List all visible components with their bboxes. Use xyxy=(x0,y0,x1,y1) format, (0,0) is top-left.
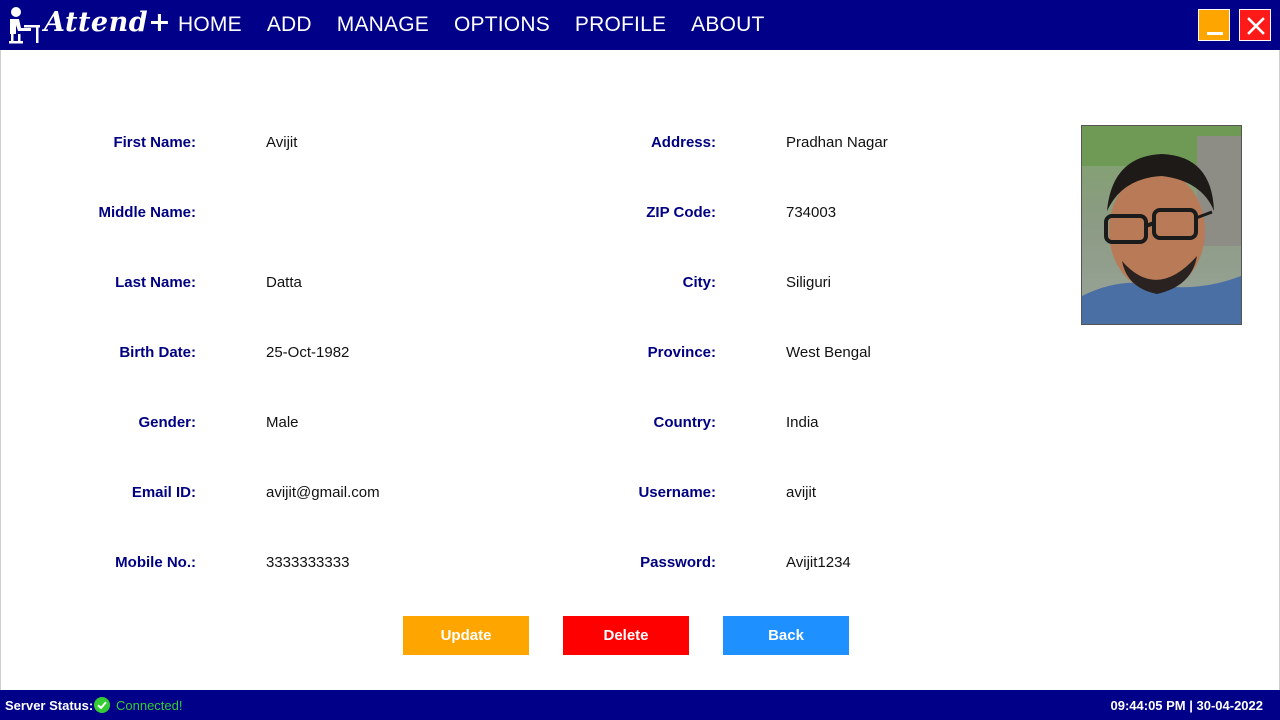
gender-value: Male xyxy=(266,414,299,431)
title-bar: Attend+ HOME ADD MANAGE OPTIONS PROFILE … xyxy=(0,0,1280,50)
mobile-label: Mobile No.: xyxy=(115,554,196,571)
city-value: Siliguri xyxy=(786,274,832,291)
zip-code-label: ZIP Code: xyxy=(646,204,716,221)
profile-photo-image xyxy=(1082,126,1241,324)
middle-name-label: Middle Name: xyxy=(98,204,196,221)
nav-home[interactable]: HOME xyxy=(178,13,242,37)
datetime-display: 09:44:05 PM | 30-04-2022 xyxy=(1110,698,1263,713)
delete-button[interactable]: Delete xyxy=(563,616,689,655)
province-value: West Bengal xyxy=(786,344,871,361)
province-label: Province: xyxy=(647,344,716,361)
username-label: Username: xyxy=(638,484,716,501)
nav-about[interactable]: ABOUT xyxy=(691,13,764,37)
country-label: Country: xyxy=(653,414,717,431)
nav-add[interactable]: ADD xyxy=(267,13,312,37)
profile-details-panel: First Name: Avijit Middle Name: Last Nam… xyxy=(0,50,1280,690)
status-bar: Server Status: Connected! 09:44:05 PM | … xyxy=(0,690,1280,720)
server-status-label: Server Status: xyxy=(5,698,94,713)
birth-date-label: Birth Date: xyxy=(119,344,196,361)
minimize-button[interactable] xyxy=(1198,9,1230,41)
minimize-icon xyxy=(1207,32,1223,35)
update-button[interactable]: Update xyxy=(403,616,529,655)
app-name: Attend+ xyxy=(44,7,172,38)
server-status-value: Connected! xyxy=(116,698,183,713)
password-value: Avijit1234 xyxy=(786,554,851,571)
back-button[interactable]: Back xyxy=(723,616,849,655)
username-value: avijit xyxy=(786,484,817,501)
birth-date-value: 25-Oct-1982 xyxy=(266,344,350,361)
nav-profile[interactable]: PROFILE xyxy=(575,13,666,37)
nav-manage[interactable]: MANAGE xyxy=(337,13,429,37)
nav-options[interactable]: OPTIONS xyxy=(454,13,550,37)
city-label: City: xyxy=(682,274,716,291)
zip-code-value: 734003 xyxy=(786,204,837,221)
country-value: India xyxy=(786,414,819,431)
close-button[interactable] xyxy=(1239,9,1271,41)
check-circle-icon xyxy=(94,697,110,713)
last-name-value: Datta xyxy=(266,274,302,291)
address-label: Address: xyxy=(650,134,716,151)
address-value: Pradhan Nagar xyxy=(786,134,888,151)
email-value: avijit@gmail.com xyxy=(266,484,380,501)
close-icon xyxy=(1247,17,1265,35)
main-nav: HOME ADD MANAGE OPTIONS PROFILE ABOUT xyxy=(178,0,790,50)
first-name-label: First Name: xyxy=(113,134,196,151)
mobile-value: 3333333333 xyxy=(266,554,350,571)
profile-photo xyxy=(1081,125,1242,325)
last-name-label: Last Name: xyxy=(115,274,196,291)
password-label: Password: xyxy=(640,554,716,571)
email-label: Email ID: xyxy=(131,484,196,501)
gender-label: Gender: xyxy=(138,414,196,431)
first-name-value: Avijit xyxy=(266,134,298,151)
person-at-desk-icon xyxy=(9,7,40,44)
